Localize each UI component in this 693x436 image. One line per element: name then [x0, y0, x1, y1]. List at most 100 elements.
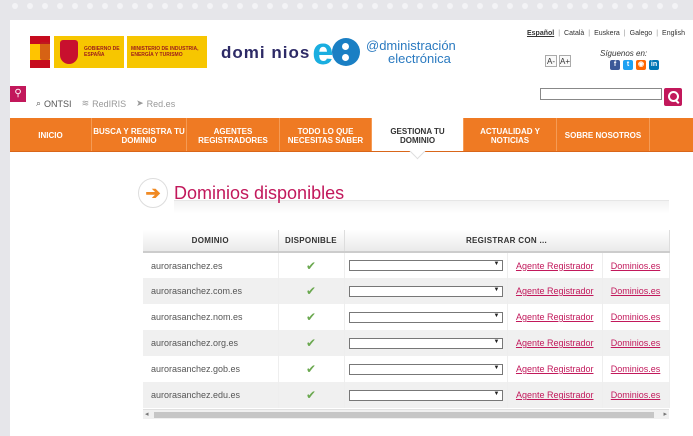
- domains-table: DOMINIO DISPONIBLE REGISTRAR CON ... aur…: [143, 230, 670, 408]
- nav-item-6[interactable]: SOBRE NOSOTROS: [557, 118, 650, 151]
- dominios-es-link[interactable]: Dominios.es: [611, 312, 661, 322]
- agent-link-cell: Agente Registrador: [507, 382, 603, 408]
- available-check-icon: ✔: [278, 252, 345, 278]
- rediris-icon: ≋: [81, 98, 90, 108]
- domain-cell: aurorasanchez.edu.es: [143, 382, 279, 408]
- section-title: ➔ Dominios disponibles: [138, 178, 344, 208]
- lang-catala[interactable]: Català: [564, 30, 584, 37]
- registrar-select[interactable]: [348, 337, 503, 349]
- nav-item-5[interactable]: ACTUALIDAD Y NOTICIAS: [464, 118, 557, 151]
- quicklink-redes[interactable]: ➤ Red.es: [136, 98, 175, 109]
- registrar-select-cell: [344, 252, 508, 278]
- font-size-controls: A- A+: [545, 55, 571, 67]
- horizontal-scrollbar[interactable]: ◂ ▸: [143, 409, 669, 419]
- font-increase-button[interactable]: A+: [559, 55, 571, 67]
- available-check-icon: ✔: [278, 304, 345, 330]
- domain-cell: aurorasanchez.gob.es: [143, 356, 279, 382]
- agent-link-cell: Agente Registrador: [507, 356, 603, 382]
- agente-registrador-link[interactable]: Agente Registrador: [516, 364, 594, 374]
- agente-registrador-link[interactable]: Agente Registrador: [516, 286, 594, 296]
- page-title: Dominios disponibles: [174, 182, 345, 203]
- facebook-icon[interactable]: f: [610, 60, 620, 70]
- lang-espanol[interactable]: Español: [527, 30, 554, 37]
- domain-cell: aurorasanchez.com.es: [143, 278, 279, 304]
- spain-flag-icon: [30, 36, 50, 68]
- dominios-es-link[interactable]: Dominios.es: [611, 261, 661, 271]
- agent-link-cell: Agente Registrador: [507, 252, 603, 278]
- top-dots-decoration: [0, 0, 693, 14]
- administracion-electronica-logo[interactable]: @dministración electrónica: [332, 38, 456, 66]
- registrar-select[interactable]: [348, 389, 503, 401]
- nav-item-1[interactable]: BUSCA Y REGISTRA TU DOMINIO: [92, 118, 187, 151]
- logo-group: GOBIERNO DE ESPAÑA MINISTERIO DE INDUSTR…: [30, 33, 355, 71]
- domain-cell: aurorasanchez.nom.es: [143, 304, 279, 330]
- domain-cell: aurorasanchez.es: [143, 252, 279, 278]
- link-icon[interactable]: ⚲: [10, 86, 26, 102]
- lang-english[interactable]: English: [662, 30, 685, 37]
- quicklink-rediris[interactable]: ≋ RedIRIS: [82, 98, 127, 109]
- dominios-link-cell: Dominios.es: [602, 278, 670, 304]
- registrar-select-cell: [344, 382, 508, 408]
- table-row: aurorasanchez.edu.es✔ Agente Registrador D…: [143, 382, 670, 408]
- agent-link-cell: Agente Registrador: [507, 330, 603, 356]
- table-row: aurorasanchez.com.es✔ Agente Registrador D…: [143, 278, 670, 304]
- scrollbar-thumb[interactable]: [154, 412, 654, 418]
- dominios-es-link[interactable]: Dominios.es: [611, 286, 661, 296]
- lang-euskera[interactable]: Euskera: [594, 30, 620, 37]
- nav-item-3[interactable]: TODO LO QUE NECESITAS SABER: [280, 118, 372, 151]
- table-row: aurorasanchez.es✔ Agente Registrador Domin…: [143, 252, 670, 278]
- registrar-select-cell: [344, 330, 508, 356]
- admin-colon-icon: [332, 38, 360, 66]
- nav-item-2[interactable]: AGENTES REGISTRADORES: [187, 118, 280, 151]
- nav-item-0[interactable]: INICIO: [10, 118, 92, 151]
- available-check-icon: ✔: [278, 278, 345, 304]
- dominios-logo-text: domi nios: [221, 42, 311, 62]
- quicklink-label: RedIRIS: [92, 98, 127, 109]
- registrar-select[interactable]: [348, 363, 503, 375]
- gobierno-logo[interactable]: GOBIERNO DE ESPAÑA: [54, 36, 124, 68]
- cursor-icon: ➤: [136, 98, 144, 108]
- ministry-logo[interactable]: MINISTERIO DE INDUSTRIA, ENERGÍA Y TURIS…: [127, 36, 207, 68]
- agent-link-cell: Agente Registrador: [507, 278, 603, 304]
- search-input[interactable]: [540, 88, 662, 100]
- table-row: aurorasanchez.gob.es✔ Agente Registrador D…: [143, 356, 670, 382]
- agente-registrador-link[interactable]: Agente Registrador: [516, 390, 594, 400]
- agente-registrador-link[interactable]: Agente Registrador: [516, 312, 594, 322]
- table-row: aurorasanchez.nom.es✔ Agente Registrador D…: [143, 304, 670, 330]
- follow-label: Síguenos en:: [600, 49, 648, 58]
- admin-logo-text: @dministración electrónica: [366, 39, 456, 65]
- registrar-select-cell: [344, 304, 508, 330]
- table-row: aurorasanchez.org.es✔ Agente Registrador D…: [143, 330, 670, 356]
- registrar-select-cell: [344, 356, 508, 382]
- nav-item-4[interactable]: GESTIONA TU DOMINIO: [372, 118, 464, 151]
- rss-icon[interactable]: ◉: [636, 60, 646, 70]
- scroll-left-icon[interactable]: ◂: [145, 410, 149, 418]
- dominios-link-cell: Dominios.es: [602, 382, 670, 408]
- linkedin-icon[interactable]: in: [649, 60, 659, 70]
- social-links: f t ◉ in: [610, 60, 659, 70]
- language-selector: Español | Català | Euskera | Galego | Englis…: [526, 30, 685, 37]
- agent-link-cell: Agente Registrador: [507, 304, 603, 330]
- registrar-select[interactable]: [348, 260, 503, 271]
- lang-galego[interactable]: Galego: [630, 30, 653, 37]
- dominios-es-link[interactable]: Dominios.es: [611, 338, 661, 348]
- font-decrease-button[interactable]: A-: [545, 55, 557, 67]
- coat-of-arms-icon: [60, 40, 78, 64]
- registrar-select[interactable]: [348, 285, 503, 297]
- twitter-icon[interactable]: t: [623, 60, 633, 70]
- gobierno-logo-text: GOBIERNO DE ESPAÑA: [84, 46, 120, 58]
- quicklinks-bar: ⌕ ONTSI ≋ RedIRIS ➤ Red.es: [36, 98, 175, 109]
- column-header-domain: DOMINIO: [143, 230, 279, 253]
- registrar-select-cell: [344, 278, 508, 304]
- registrar-select[interactable]: [348, 311, 503, 323]
- search-button[interactable]: [664, 88, 682, 106]
- main-navigation: INICIO BUSCA Y REGISTRA TU DOMINIO AGENTES…: [10, 118, 693, 152]
- dominios-es-link[interactable]: Dominios.es: [611, 390, 661, 400]
- agente-registrador-link[interactable]: Agente Registrador: [516, 261, 594, 271]
- available-check-icon: ✔: [278, 382, 345, 408]
- dominios-es-link[interactable]: Dominios.es: [611, 364, 661, 374]
- quicklink-ontsi[interactable]: ⌕ ONTSI: [36, 98, 72, 109]
- search-icon: ⌕: [36, 98, 42, 108]
- scroll-right-icon[interactable]: ▸: [663, 410, 667, 418]
- agente-registrador-link[interactable]: Agente Registrador: [516, 338, 594, 348]
